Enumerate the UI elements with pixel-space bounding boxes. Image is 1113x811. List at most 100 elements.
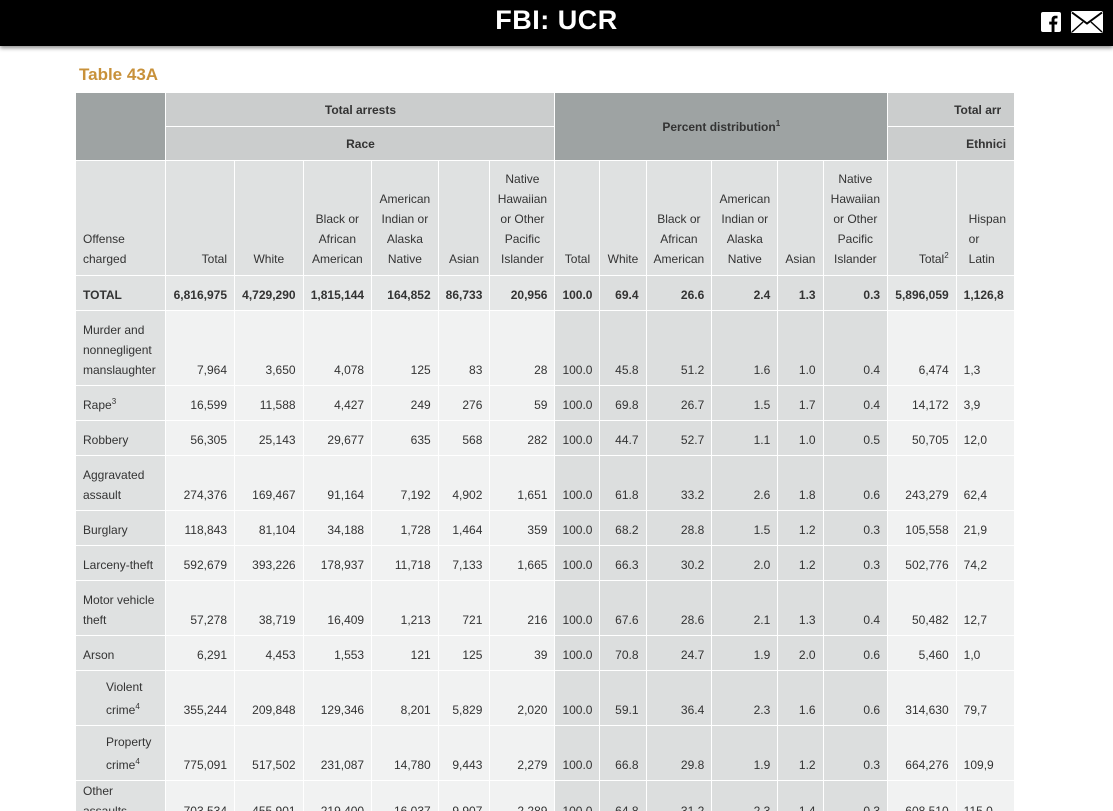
cell-white: 169,467: [234, 455, 304, 511]
cell-aian: 249: [371, 385, 439, 421]
cell-e-hisp: 21,9: [955, 510, 1015, 546]
col-asian: Asian: [437, 160, 491, 276]
cell-total: 6,816,975: [165, 275, 236, 311]
cell-p-total: 100.0: [554, 385, 601, 421]
table-row: Robbery 56,305 25,143 29,677 635 568 282 100.0 4…: [75, 420, 1015, 456]
row-label: Other assaults: [75, 780, 167, 811]
row-label: Violent crime4: [75, 670, 167, 726]
cell-white: 38,719: [234, 580, 304, 636]
cell-p-total: 100.0: [554, 545, 601, 581]
cell-e-total: 50,705: [887, 420, 957, 456]
cell-white: 25,143: [234, 420, 304, 456]
cell-p-white: 64.8: [599, 780, 647, 811]
header-total-arrests-ethnicity: Total arr: [887, 92, 1015, 127]
cell-p-nhopi: 0.3: [822, 275, 889, 311]
cell-e-total: 5,896,059: [887, 275, 957, 311]
cell-p-total: 100.0: [554, 670, 601, 726]
cell-p-asian: 1.0: [777, 310, 824, 386]
cell-p-asian: 1.8: [777, 455, 824, 511]
cell-aian: 125: [371, 310, 439, 386]
row-label-text: Property crime: [106, 735, 152, 772]
cell-nhopi: 2,289: [489, 780, 556, 811]
cell-black: 29,677: [302, 420, 373, 456]
cell-p-nhopi: 0.4: [822, 580, 889, 636]
cell-white: 455,901: [234, 780, 304, 811]
cell-p-white: 45.8: [599, 310, 647, 386]
table-viewport[interactable]: Total arrests Percent distribution1 Tota…: [75, 92, 1015, 811]
cell-total: 118,843: [165, 510, 236, 546]
cell-e-total: 314,630: [887, 670, 957, 726]
cell-p-asian: 1.2: [777, 510, 824, 546]
cell-p-total: 100.0: [554, 510, 601, 546]
cell-asian: 125: [437, 635, 491, 671]
table-row: Murder and nonnegligent manslaughter 7,96…: [75, 310, 1015, 386]
cell-white: 393,226: [234, 545, 304, 581]
facebook-icon[interactable]: [1041, 12, 1061, 37]
cell-black: 219,400: [302, 780, 373, 811]
cell-p-aian: 2.0: [711, 545, 779, 581]
header-race: Race: [165, 126, 556, 161]
site-title[interactable]: FBI: UCR: [0, 5, 1113, 36]
cell-e-hisp: 12,0: [955, 420, 1015, 456]
cell-p-nhopi: 0.3: [822, 780, 889, 811]
row-label-text: Arson: [83, 648, 115, 662]
cell-aian: 635: [371, 420, 439, 456]
cell-total: 592,679: [165, 545, 236, 581]
table-title: Table 43A: [79, 65, 159, 84]
cell-asian: 9,443: [437, 725, 491, 781]
col-total: Total: [165, 160, 236, 276]
cell-p-aian: 1.1: [711, 420, 779, 456]
table-row: Arson 6,291 4,453 1,553 121 125 39 100.0 70.8 24.…: [75, 635, 1015, 671]
cell-black: 231,087: [302, 725, 373, 781]
col-pct-aian: American Indian or Alaska Native: [711, 160, 779, 276]
cell-e-total: 243,279: [887, 455, 957, 511]
row-label-text: Aggravated assault: [83, 468, 145, 502]
cell-p-total: 100.0: [554, 580, 601, 636]
col-pct-nhopi: Native Hawaiian or Other Pacific Islande…: [822, 160, 889, 276]
cell-p-nhopi: 0.3: [822, 545, 889, 581]
cell-total: 16,599: [165, 385, 236, 421]
cell-aian: 14,780: [371, 725, 439, 781]
table-row: Property crime4 775,091 517,502 231,087 14,7…: [75, 725, 1015, 781]
table-row: Rape3 16,599 11,588 4,427 249 276 59 100.0 69.8 2…: [75, 385, 1015, 421]
cell-p-aian: 2.6: [711, 455, 779, 511]
cell-white: 517,502: [234, 725, 304, 781]
row-label: Arson: [75, 635, 167, 671]
col-eth-total: Total2: [887, 160, 957, 276]
cell-black: 4,427: [302, 385, 373, 421]
cell-total: 56,305: [165, 420, 236, 456]
table-row: Other assaults 703,534 455,901 219,400 16,03…: [75, 780, 1015, 811]
row-label-footnote: 4: [135, 757, 140, 766]
cell-p-nhopi: 0.3: [822, 510, 889, 546]
cell-p-white: 69.4: [599, 275, 647, 311]
cell-p-black: 28.8: [645, 510, 713, 546]
row-label-text: Motor vehicle theft: [83, 593, 155, 627]
cell-asian: 5,829: [437, 670, 491, 726]
cell-e-total: 664,276: [887, 725, 957, 781]
col-white: White: [234, 160, 304, 276]
cell-e-hisp: 109,9: [955, 725, 1015, 781]
cell-aian: 121: [371, 635, 439, 671]
cell-p-total: 100.0: [554, 275, 601, 311]
cell-aian: 164,852: [371, 275, 439, 311]
cell-aian: 1,728: [371, 510, 439, 546]
cell-p-black: 29.8: [645, 725, 713, 781]
cell-p-aian: 2.3: [711, 670, 779, 726]
mail-icon[interactable]: [1071, 11, 1103, 38]
col-pct-white: White: [599, 160, 647, 276]
cell-p-black: 26.6: [645, 275, 713, 311]
cell-e-hisp: 62,4: [955, 455, 1015, 511]
cell-asian: 1,464: [437, 510, 491, 546]
cell-asian: 9,907: [437, 780, 491, 811]
cell-black: 16,409: [302, 580, 373, 636]
cell-p-aian: 1.9: [711, 725, 779, 781]
col-eth-total-label: Total: [918, 252, 945, 266]
cell-p-asian: 1.2: [777, 725, 824, 781]
cell-nhopi: 2,279: [489, 725, 556, 781]
row-label: Robbery: [75, 420, 167, 456]
cell-aian: 16,037: [371, 780, 439, 811]
row-label-text: Larceny-theft: [83, 558, 154, 572]
cell-total: 703,534: [165, 780, 236, 811]
cell-e-total: 14,172: [887, 385, 957, 421]
cell-p-aian: 1.5: [711, 510, 779, 546]
